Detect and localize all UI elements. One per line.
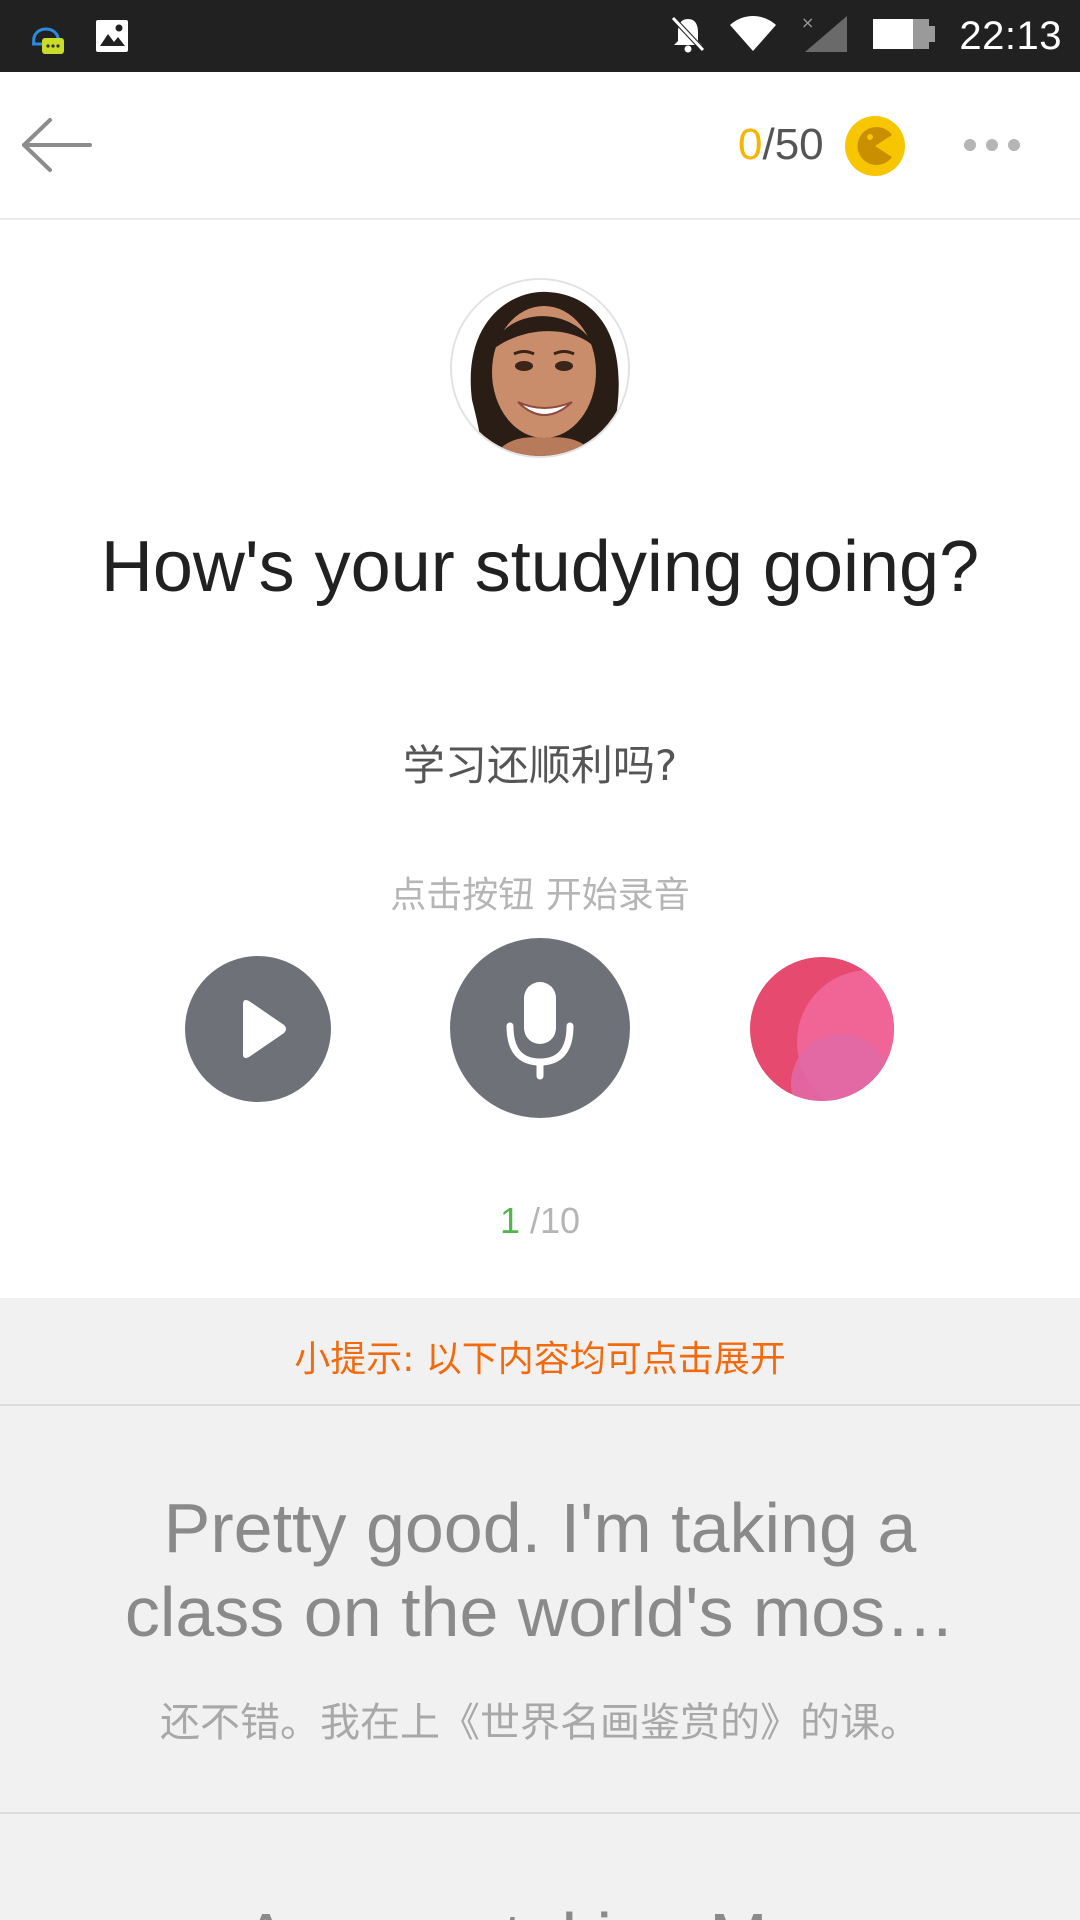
play-icon [243, 1000, 286, 1058]
record-hint: 点击按钮 开始录音 [390, 875, 690, 916]
speaker-avatar [450, 278, 630, 458]
tip-banner: 小提示: 以下内容均可点击展开 [0, 1298, 1080, 1406]
coin-icon[interactable] [844, 115, 906, 177]
play-button[interactable] [185, 956, 331, 1102]
score-counter: 0 /50 [738, 117, 824, 173]
app-header: 0 /50 [0, 72, 1080, 220]
record-button[interactable] [450, 938, 630, 1118]
progress-current: 1 [499, 1200, 520, 1241]
question-english: How's your studying going? [100, 527, 980, 607]
signal-icon: × [799, 13, 849, 58]
arrow-left-icon [22, 118, 92, 172]
next-answer-english: Are you taking M… [100, 1898, 980, 1920]
more-dots-icon [964, 139, 1020, 151]
mute-bell-icon [669, 14, 707, 58]
qq-notification-icon [26, 14, 66, 62]
status-time: 22:13 [959, 13, 1062, 58]
score-bubble-icon [750, 957, 894, 1101]
answer-english: Pretty good. I'm taking a class on the w… [124, 1489, 956, 1651]
back-button[interactable] [20, 112, 96, 178]
gallery-notification-icon [94, 14, 130, 62]
progress-total: /10 [530, 1200, 581, 1241]
answer-card[interactable]: Pretty good. I'm taking a class on the w… [0, 1406, 1080, 1814]
question-chinese: 学习还顺利吗? [402, 741, 678, 790]
battery-icon [871, 17, 937, 55]
score-current: 0 [738, 120, 763, 169]
wifi-icon [729, 15, 777, 57]
more-button[interactable] [960, 127, 1024, 163]
progress-indicator: 1 /10 [90, 1200, 990, 1242]
next-answer-card[interactable]: Are you taking M… [0, 1814, 1080, 1920]
microphone-icon [506, 982, 574, 1080]
status-bar: × 22:13 [0, 0, 1080, 72]
answer-chinese: 还不错。我在上《世界名画鉴赏的》的课。 [160, 1700, 920, 1746]
score-total: /50 [762, 120, 824, 169]
tip-text: 小提示: 以下内容均可点击展开 [294, 1339, 786, 1380]
svg-text:×: × [801, 14, 814, 32]
score-bubble-button[interactable] [749, 956, 895, 1102]
